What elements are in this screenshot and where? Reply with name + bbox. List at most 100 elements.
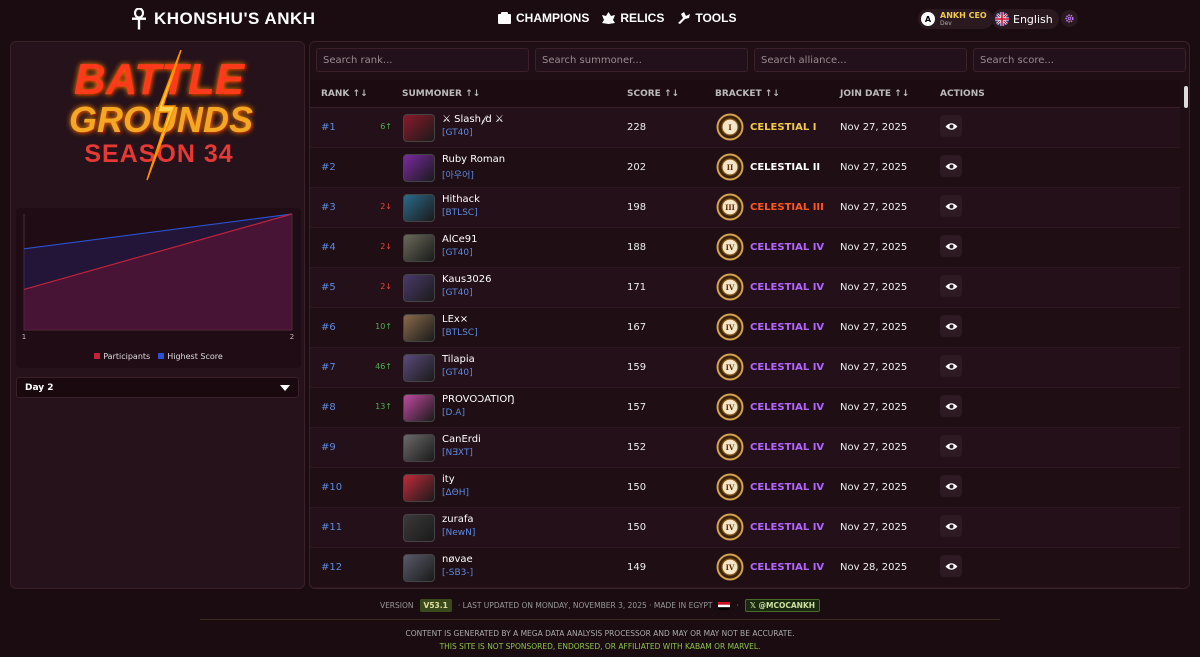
bracket-cell: CELESTIAL IV xyxy=(750,362,825,373)
bracket-cell: CELESTIAL IV xyxy=(750,322,825,333)
table-row[interactable]: #8 13↑ PROVOƆATIOŊ [D.A] 157 IV CELESTIA… xyxy=(310,388,1180,428)
search-rank-input[interactable] xyxy=(316,48,529,72)
table-row[interactable]: #10 ity [ΔΘH] 150 IV CELESTIAL IV Nov 27… xyxy=(310,468,1180,508)
header-score[interactable]: SCORE ↑↓ xyxy=(627,89,679,99)
language-selector[interactable]: English xyxy=(992,9,1059,29)
alliance-tag[interactable]: [N∃XT] xyxy=(442,448,473,458)
summoner-name[interactable]: Hithack xyxy=(442,194,480,205)
settings-button[interactable] xyxy=(1061,10,1078,27)
view-button[interactable] xyxy=(940,475,962,497)
legend-item-participants[interactable]: Participants xyxy=(94,352,150,361)
day-select[interactable]: Day 2 xyxy=(16,377,299,398)
alliance-tag[interactable]: [BTLSC] xyxy=(442,208,478,218)
alliance-tag[interactable]: [아우어] xyxy=(442,168,474,181)
score-cell: 157 xyxy=(627,402,647,413)
top-bar: KHONSHU'S ANKH CHAMPIONS RELICS TOOLS A … xyxy=(0,0,1200,38)
join-date-cell: Nov 27, 2025 xyxy=(840,122,908,133)
bracket-cell: CELESTIAL IV xyxy=(750,242,825,253)
summoner-name[interactable]: PROVOƆATIOŊ xyxy=(442,394,515,405)
leaderboard-panel: RANK ↑↓ SUMMONER ↑↓ SCORE ↑↓ BRACKET ↑↓ … xyxy=(309,41,1190,589)
summoner-name[interactable]: AlCe91 xyxy=(442,234,477,245)
eye-icon xyxy=(945,442,957,450)
bracket-cell: CELESTIAL IV xyxy=(750,402,825,413)
champion-avatar xyxy=(403,474,435,502)
header-rank[interactable]: RANK ↑↓ xyxy=(321,89,368,99)
table-row[interactable]: #7 46↑ Tilapia [GT40] 159 IV CELESTIAL I… xyxy=(310,348,1180,388)
view-button[interactable] xyxy=(940,235,962,257)
alliance-tag[interactable]: [-SB3-] xyxy=(442,568,473,578)
alliance-tag[interactable]: [GT40] xyxy=(442,128,473,138)
view-button[interactable] xyxy=(940,355,962,377)
bracket-badge-icon: IV xyxy=(716,473,744,501)
score-cell: 188 xyxy=(627,242,647,253)
alliance-tag[interactable]: [GT40] xyxy=(442,248,473,258)
bracket-emblem-icon: IV xyxy=(716,553,744,581)
table-row[interactable]: #5 2↓ Kaus3026 [GT40] 171 IV CELESTIAL I… xyxy=(310,268,1180,308)
rank-change: 2↓ xyxy=(380,242,392,251)
alliance-tag[interactable]: [BTLSC] xyxy=(442,328,478,338)
summoner-name[interactable]: LEx× xyxy=(442,314,468,325)
chart-svg: 12 xyxy=(22,213,294,341)
nav-champions[interactable]: CHAMPIONS xyxy=(497,11,589,25)
search-score-input[interactable] xyxy=(973,48,1186,72)
view-button[interactable] xyxy=(940,195,962,217)
bracket-emblem-icon: IV xyxy=(716,393,744,421)
header-bracket[interactable]: BRACKET ↑↓ xyxy=(715,89,780,99)
svg-text:IV: IV xyxy=(726,523,735,532)
table-row[interactable]: #4 2↓ AlCe91 [GT40] 188 IV CELESTIAL IV … xyxy=(310,228,1180,268)
table-row[interactable]: #1 6↑ ⚔ Slash𝒻d ⚔ [GT40] 228 I CELESTIAL… xyxy=(310,108,1180,148)
view-button[interactable] xyxy=(940,275,962,297)
eye-icon xyxy=(945,242,957,250)
view-button[interactable] xyxy=(940,315,962,337)
alliance-tag[interactable]: [D.A] xyxy=(442,408,465,418)
summoner-name[interactable]: nøvae xyxy=(442,554,473,565)
version-badge[interactable]: V53.1 xyxy=(419,599,452,612)
view-button[interactable] xyxy=(940,395,962,417)
nav-tools[interactable]: TOOLS xyxy=(676,11,736,25)
nav-relics[interactable]: RELICS xyxy=(601,11,664,25)
summoner-name[interactable]: Tilapia xyxy=(442,354,475,365)
table-row[interactable]: #9 CanErdi [N∃XT] 152 IV CELESTIAL IV No… xyxy=(310,428,1180,468)
eye-icon xyxy=(945,122,957,130)
join-date-cell: Nov 27, 2025 xyxy=(840,322,908,333)
user-menu[interactable]: A ANKH CEO Dev xyxy=(918,9,993,29)
bracket-emblem-icon: II xyxy=(716,153,744,181)
tools-icon xyxy=(678,12,691,24)
table-row[interactable]: #3 2↓ Hithack [BTLSC] 198 III CELESTIAL … xyxy=(310,188,1180,228)
view-button[interactable] xyxy=(940,555,962,577)
search-alliance-input[interactable] xyxy=(754,48,967,72)
alliance-tag[interactable]: [GT40] xyxy=(442,368,473,378)
view-button[interactable] xyxy=(940,435,962,457)
rank-change: 2↓ xyxy=(380,202,392,211)
alliance-tag[interactable]: [ΔΘH] xyxy=(442,488,469,498)
summoner-name[interactable]: ity xyxy=(442,474,455,485)
table-row[interactable]: #2 Ruby Roman [아우어] 202 II CELESTIAL II … xyxy=(310,148,1180,188)
summoner-name[interactable]: Ruby Roman xyxy=(442,154,505,165)
rank-cell: #3 xyxy=(321,202,336,213)
view-button[interactable] xyxy=(940,115,962,137)
summoner-name[interactable]: Kaus3026 xyxy=(442,274,492,285)
eye-icon xyxy=(945,162,957,170)
summoner-name[interactable]: zurafa xyxy=(442,514,473,525)
table-row[interactable]: #12 nøvae [-SB3-] 149 IV CELESTIAL IV No… xyxy=(310,548,1180,588)
table-row[interactable]: #6 10↑ LEx× [BTLSC] 167 IV CELESTIAL IV … xyxy=(310,308,1180,348)
eye-icon xyxy=(945,562,957,570)
header-join-date[interactable]: JOIN DATE ↑↓ xyxy=(840,89,909,99)
header-summoner[interactable]: SUMMONER ↑↓ xyxy=(402,89,480,99)
eye-icon xyxy=(945,322,957,330)
bracket-emblem-icon: IV xyxy=(716,473,744,501)
scrollbar[interactable] xyxy=(1184,86,1188,108)
brand[interactable]: KHONSHU'S ANKH xyxy=(130,8,316,30)
score-cell: 171 xyxy=(627,282,647,293)
join-date-cell: Nov 27, 2025 xyxy=(840,402,908,413)
alliance-tag[interactable]: [GT40] xyxy=(442,288,473,298)
view-button[interactable] xyxy=(940,515,962,537)
legend-item-highest-score[interactable]: Highest Score xyxy=(158,352,223,361)
alliance-tag[interactable]: [NewN] xyxy=(442,528,475,538)
view-button[interactable] xyxy=(940,155,962,177)
table-row[interactable]: #11 zurafa [NewN] 150 IV CELESTIAL IV No… xyxy=(310,508,1180,548)
summoner-name[interactable]: ⚔ Slash𝒻d ⚔ xyxy=(442,114,504,125)
search-summoner-input[interactable] xyxy=(535,48,748,72)
x-social-link[interactable]: 𝕏 @MCOCANKH xyxy=(744,599,821,612)
summoner-name[interactable]: CanErdi xyxy=(442,434,481,445)
